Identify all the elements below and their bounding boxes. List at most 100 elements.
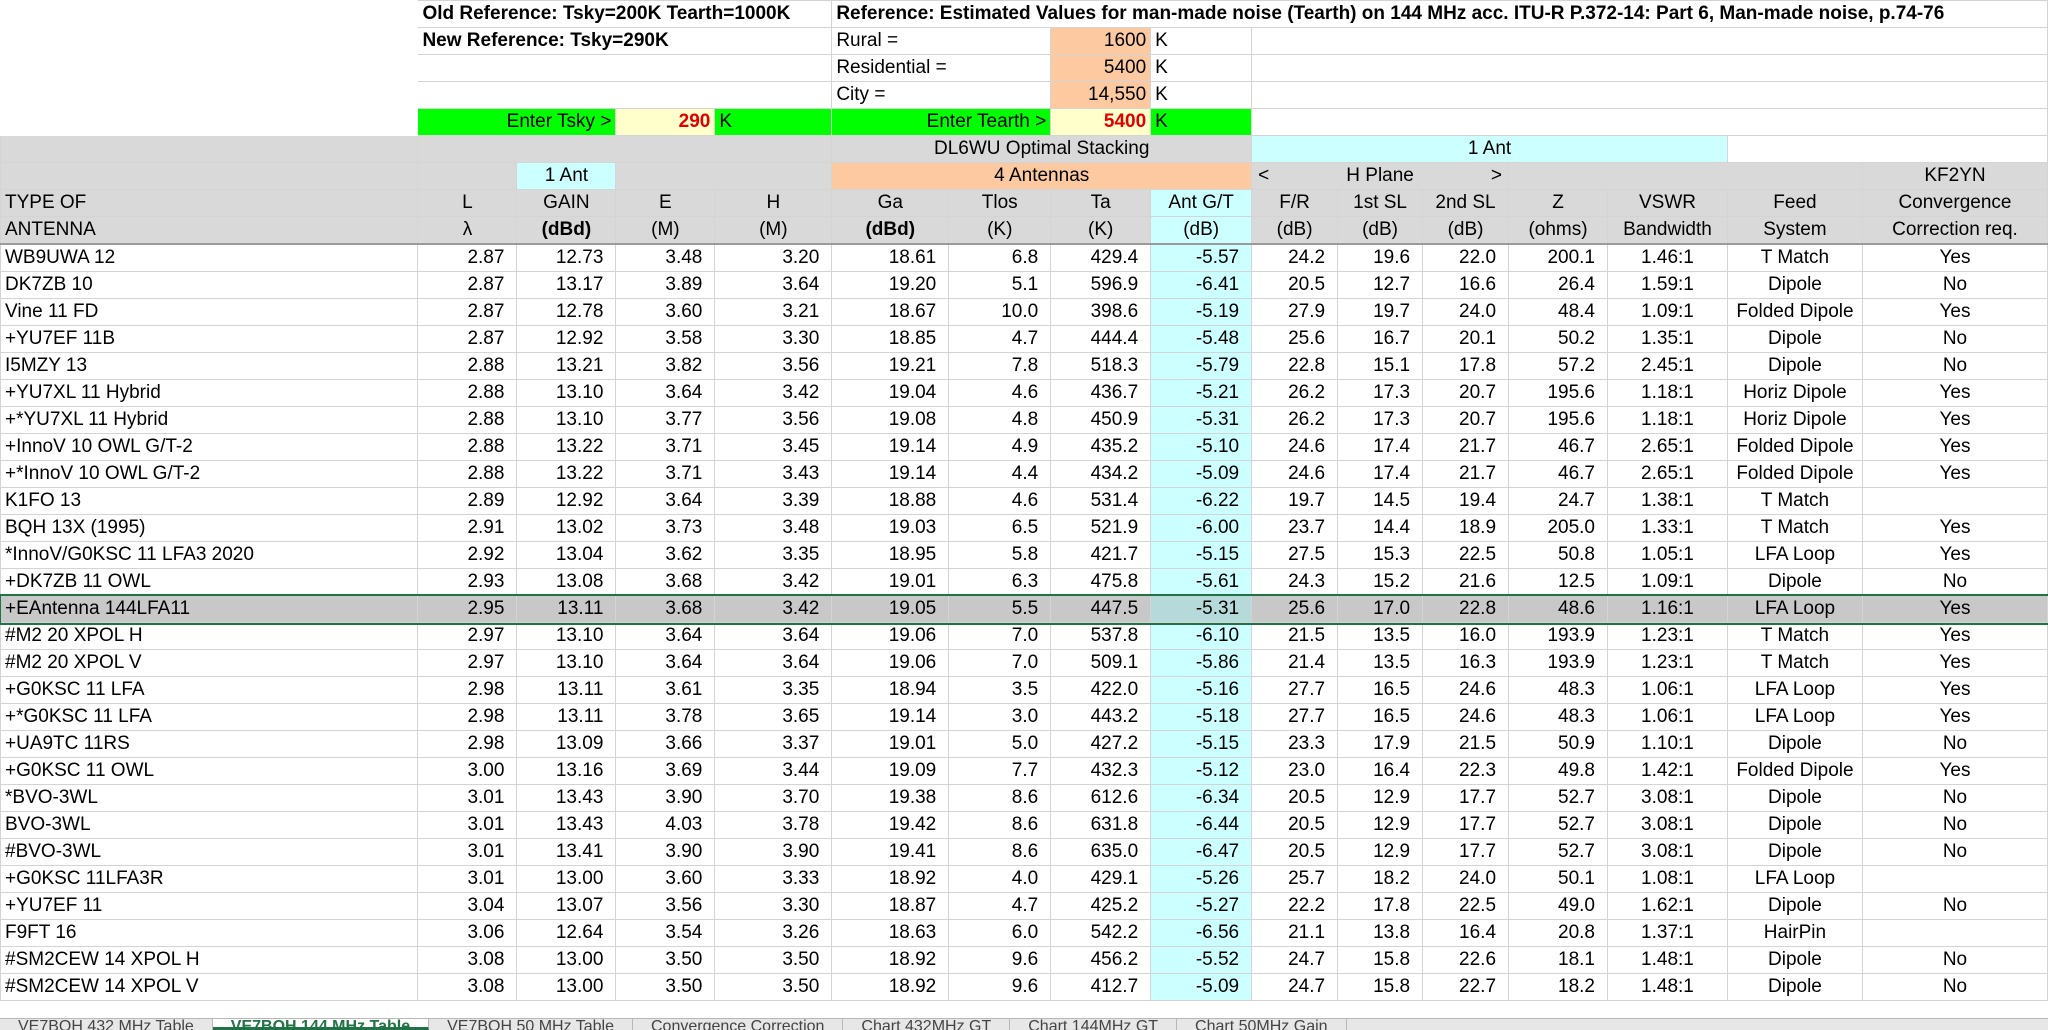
column-subheader-8[interactable]: (dB) <box>1150 216 1253 245</box>
data-cell[interactable]: 21.4 <box>1251 649 1339 677</box>
antenna-name-cell[interactable]: +G0KSC 11 OWL <box>0 757 419 785</box>
data-cell[interactable]: 18.2 <box>1337 865 1424 893</box>
data-cell[interactable]: 2.45:1 <box>1606 352 1728 380</box>
data-cell[interactable]: 2.65:1 <box>1606 460 1728 488</box>
data-cell[interactable]: 4.7 <box>948 325 1052 353</box>
table-row[interactable]: *BVO-3WL 3.01 13.43 3.90 3.70 19.38 8.6 612.6 -6… <box>0 784 2048 812</box>
column-subheader-11[interactable]: (dB) <box>1422 216 1510 245</box>
data-cell[interactable]: 3.64 <box>714 649 833 677</box>
data-cell[interactable]: 17.7 <box>1422 784 1510 812</box>
data-cell[interactable]: -6.41 <box>1150 271 1253 299</box>
data-cell[interactable]: 19.05 <box>831 595 950 623</box>
sheet-tab[interactable]: Chart 144MHz GT <box>1010 1019 1178 1030</box>
data-cell[interactable]: Yes <box>1861 406 2048 434</box>
data-cell[interactable]: 3.78 <box>714 811 833 839</box>
data-cell[interactable]: 13.8 <box>1337 919 1424 947</box>
data-cell[interactable]: 6.3 <box>948 568 1052 596</box>
data-cell[interactable]: T Match <box>1726 622 1863 650</box>
data-cell[interactable]: 12.7 <box>1337 271 1424 299</box>
data-cell[interactable]: 1.48:1 <box>1606 973 1728 1001</box>
data-cell[interactable]: 46.7 <box>1508 460 1608 488</box>
data-cell[interactable]: 1.10:1 <box>1606 730 1728 758</box>
h-plane-header[interactable]: < H Plane > <box>1251 162 1510 190</box>
data-cell[interactable]: 3.5 <box>948 676 1052 704</box>
data-cell[interactable]: -5.09 <box>1150 973 1253 1001</box>
data-cell[interactable]: Folded Dipole <box>1726 433 1863 461</box>
data-cell[interactable]: 19.7 <box>1337 298 1424 326</box>
data-cell[interactable]: 3.90 <box>615 838 716 866</box>
data-cell[interactable]: -6.22 <box>1150 487 1253 515</box>
data-cell[interactable]: 3.71 <box>615 460 716 488</box>
data-cell[interactable]: 1.16:1 <box>1606 595 1728 623</box>
antenna-name-cell[interactable]: +G0KSC 11LFA3R <box>0 865 419 893</box>
data-cell[interactable]: 16.0 <box>1422 622 1510 650</box>
data-cell[interactable]: 12.64 <box>516 919 617 947</box>
data-cell[interactable]: Yes <box>1861 433 2048 461</box>
data-cell[interactable]: 3.64 <box>714 622 833 650</box>
data-cell[interactable]: -5.79 <box>1150 352 1253 380</box>
new-reference-note[interactable]: New Reference: Tsky=290K <box>417 27 833 55</box>
data-cell[interactable]: 2.91 <box>417 514 518 542</box>
data-cell[interactable]: 5.5 <box>948 595 1052 623</box>
data-cell[interactable]: 1.23:1 <box>1606 622 1728 650</box>
data-cell[interactable]: Yes <box>1861 460 2048 488</box>
data-cell[interactable]: 3.08 <box>417 973 518 1001</box>
data-cell[interactable]: 8.6 <box>948 838 1052 866</box>
data-cell[interactable]: 24.2 <box>1251 243 1339 272</box>
data-cell[interactable]: 19.03 <box>831 514 950 542</box>
antenna-name-cell[interactable]: +*InnoV 10 OWL G/T-2 <box>0 460 419 488</box>
table-row[interactable]: +DK7ZB 11 OWL 2.93 13.08 3.68 3.42 19.01 6.3 47… <box>0 568 2048 596</box>
antenna-name-cell[interactable]: +*G0KSC 11 LFA <box>0 703 419 731</box>
data-cell[interactable]: 3.21 <box>714 298 833 326</box>
data-cell[interactable]: Yes <box>1861 514 2048 542</box>
data-cell[interactable]: No <box>1861 973 2048 1001</box>
data-cell[interactable]: 19.20 <box>831 271 950 299</box>
data-cell[interactable]: 15.1 <box>1337 352 1424 380</box>
data-cell[interactable]: 3.50 <box>714 946 833 974</box>
data-cell[interactable]: 3.62 <box>615 541 716 569</box>
antenna-name-cell[interactable]: I5MZY 13 <box>0 352 419 380</box>
data-cell[interactable]: 6.5 <box>948 514 1052 542</box>
column-subheader-14[interactable]: System <box>1726 216 1863 245</box>
data-cell[interactable]: 3.06 <box>417 919 518 947</box>
data-cell[interactable]: -5.26 <box>1150 865 1253 893</box>
data-cell[interactable]: -6.34 <box>1150 784 1253 812</box>
data-cell[interactable]: 24.6 <box>1251 460 1339 488</box>
data-cell[interactable]: 18.63 <box>831 919 950 947</box>
data-cell[interactable]: No <box>1861 811 2048 839</box>
data-cell[interactable]: No <box>1861 352 2048 380</box>
antenna-name-cell[interactable]: #BVO-3WL <box>0 838 419 866</box>
data-cell[interactable]: -5.12 <box>1150 757 1253 785</box>
table-row[interactable]: #SM2CEW 14 XPOL H 3.08 13.00 3.50 3.50 18.92 9… <box>0 946 2048 974</box>
sheet-tab[interactable]: VE7BQH 50 MHz Table <box>429 1019 633 1030</box>
data-cell[interactable]: 193.9 <box>1508 649 1608 677</box>
data-cell[interactable]: 52.7 <box>1508 811 1608 839</box>
data-cell[interactable]: 2.88 <box>417 433 518 461</box>
data-cell[interactable]: 13.43 <box>516 811 617 839</box>
data-cell[interactable]: 27.5 <box>1251 541 1339 569</box>
data-cell[interactable]: No <box>1861 892 2048 920</box>
data-cell[interactable]: 17.3 <box>1337 379 1424 407</box>
rural-unit[interactable]: K <box>1150 27 1253 55</box>
data-cell[interactable]: 13.10 <box>516 406 617 434</box>
data-cell[interactable]: 27.7 <box>1251 703 1339 731</box>
data-cell[interactable]: 4.8 <box>948 406 1052 434</box>
data-cell[interactable]: 4.9 <box>948 433 1052 461</box>
data-cell[interactable]: 18.94 <box>831 676 950 704</box>
data-cell[interactable]: 429.1 <box>1050 865 1152 893</box>
data-cell[interactable]: 205.0 <box>1508 514 1608 542</box>
antenna-name-cell[interactable]: BVO-3WL <box>0 811 419 839</box>
antenna-name-cell[interactable]: #SM2CEW 14 XPOL H <box>0 946 419 974</box>
table-row[interactable]: BVO-3WL 3.01 13.43 4.03 3.78 19.42 8.6 631.8 -6.… <box>0 811 2048 839</box>
antenna-name-cell[interactable]: #M2 20 XPOL V <box>0 649 419 677</box>
data-cell[interactable]: 3.64 <box>615 379 716 407</box>
sheet-tab[interactable]: Chart 50MHz Gain <box>1177 1019 1347 1030</box>
data-cell[interactable]: 50.8 <box>1508 541 1608 569</box>
data-cell[interactable]: 16.5 <box>1337 703 1424 731</box>
data-cell[interactable]: 447.5 <box>1050 595 1152 623</box>
data-cell[interactable]: 3.89 <box>615 271 716 299</box>
table-row[interactable]: +InnoV 10 OWL G/T-2 2.88 13.22 3.71 3.45 19.1… <box>0 433 2048 461</box>
data-cell[interactable]: 3.65 <box>714 703 833 731</box>
reference-note[interactable]: Reference: Estimated Values for man-made… <box>831 0 2048 28</box>
data-cell[interactable]: 3.42 <box>714 595 833 623</box>
